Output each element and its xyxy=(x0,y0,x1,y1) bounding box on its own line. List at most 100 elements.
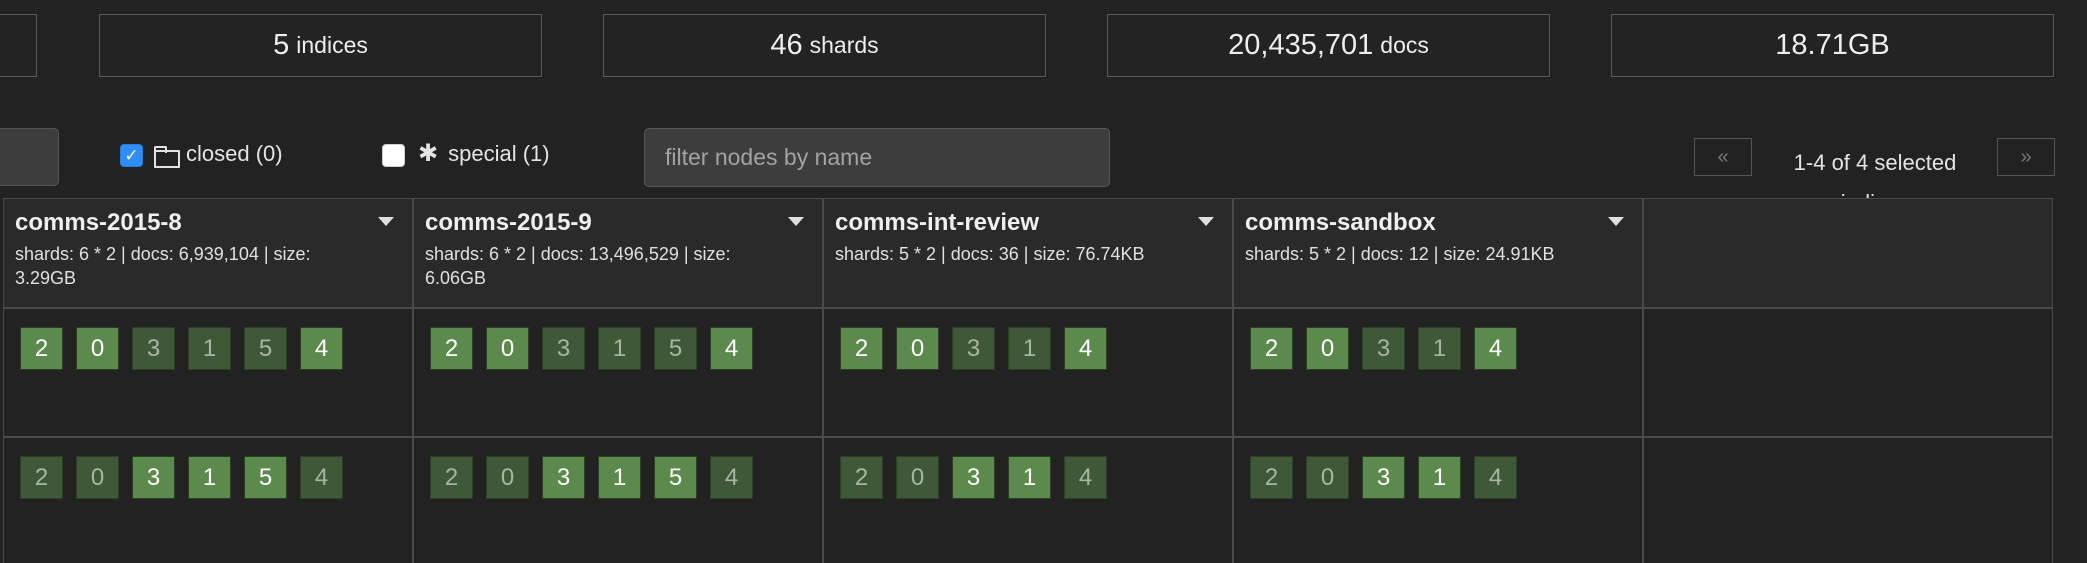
stat-indices-unit: indices xyxy=(296,32,368,58)
stat-shards-value: 46 xyxy=(770,29,803,61)
shard-list: 203154 xyxy=(20,456,343,499)
replica-shard[interactable]: 4 xyxy=(1064,456,1107,499)
caret-down-icon[interactable] xyxy=(1608,217,1624,226)
replica-shard[interactable]: 2 xyxy=(840,456,883,499)
replica-shard[interactable]: 2 xyxy=(20,456,63,499)
shard-list: 203154 xyxy=(430,456,753,499)
index-stats: shards: 5 * 2 | docs: 36 | size: 76.74KB xyxy=(835,244,1145,264)
stat-docs: 20,435,701 docs xyxy=(1107,14,1550,77)
shard-cell: 20314 xyxy=(1233,437,1643,563)
primary-shard[interactable]: 5 xyxy=(654,456,697,499)
replica-shard[interactable]: 1 xyxy=(1418,327,1461,370)
stat-shards: 46 shards xyxy=(603,14,1046,77)
caret-down-icon[interactable] xyxy=(788,217,804,226)
primary-shard[interactable]: 0 xyxy=(76,327,119,370)
primary-shard[interactable]: 0 xyxy=(896,327,939,370)
closed-label-text: closed (0) xyxy=(186,141,283,166)
closed-checkbox[interactable]: ✓ xyxy=(120,144,143,167)
shard-list: 20314 xyxy=(1250,456,1517,499)
replica-shard[interactable]: 1 xyxy=(188,327,231,370)
stat-indices: 5 indices xyxy=(99,14,542,77)
primary-shard[interactable]: 2 xyxy=(20,327,63,370)
index-header: comms-2015-8 shards: 6 * 2 | docs: 6,939… xyxy=(3,198,413,308)
prev-page-button[interactable]: « xyxy=(1694,138,1752,176)
shard-list: 20314 xyxy=(840,456,1107,499)
shard-list: 203154 xyxy=(20,327,343,370)
primary-shard[interactable]: 4 xyxy=(300,327,343,370)
primary-shard[interactable]: 2 xyxy=(430,327,473,370)
primary-shard[interactable]: 4 xyxy=(710,327,753,370)
index-name[interactable]: comms-2015-8 xyxy=(15,209,401,237)
stat-docs-unit: docs xyxy=(1380,32,1429,58)
stat-indices-value: 5 xyxy=(273,29,290,61)
replica-shard[interactable]: 0 xyxy=(486,456,529,499)
replica-shard[interactable]: 0 xyxy=(896,456,939,499)
index-name[interactable]: comms-int-review xyxy=(835,209,1221,237)
index-name[interactable]: comms-2015-9 xyxy=(425,209,811,237)
primary-shard[interactable]: 5 xyxy=(244,456,287,499)
primary-shard[interactable]: 2 xyxy=(840,327,883,370)
index-header: comms-int-review shards: 5 * 2 | docs: 3… xyxy=(823,198,1233,308)
next-page-button[interactable]: » xyxy=(1997,138,2055,176)
replica-shard[interactable]: 3 xyxy=(1362,327,1405,370)
stat-size-value: 18.71GB xyxy=(1775,29,1890,61)
special-checkbox[interactable] xyxy=(382,144,405,167)
replica-shard[interactable]: 1 xyxy=(1008,327,1051,370)
primary-shard[interactable]: 1 xyxy=(188,456,231,499)
shard-list: 20314 xyxy=(840,327,1107,370)
stat-shards-unit: shards xyxy=(809,32,879,58)
shard-list: 20314 xyxy=(1250,327,1517,370)
replica-shard[interactable]: 3 xyxy=(952,327,995,370)
primary-shard[interactable]: 2 xyxy=(1250,327,1293,370)
caret-down-icon[interactable] xyxy=(378,217,394,226)
index-name[interactable]: comms-sandbox xyxy=(1245,209,1631,237)
caret-down-icon[interactable] xyxy=(1198,217,1214,226)
shard-cell: 20314 xyxy=(823,308,1233,437)
shard-cell: 203154 xyxy=(3,308,413,437)
replica-shard[interactable]: 4 xyxy=(300,456,343,499)
stat-docs-value: 20,435,701 xyxy=(1228,29,1374,61)
primary-shard[interactable]: 4 xyxy=(1474,327,1517,370)
primary-shard[interactable]: 3 xyxy=(1362,456,1405,499)
replica-shard[interactable]: 0 xyxy=(76,456,119,499)
replica-shard[interactable]: 2 xyxy=(430,456,473,499)
node-filter-input[interactable] xyxy=(644,128,1110,187)
index-header: comms-sandbox shards: 5 * 2 | docs: 12 |… xyxy=(1233,198,1643,308)
shard-cell: 20314 xyxy=(1233,308,1643,437)
index-stats: shards: 6 * 2 | docs: 6,939,104 | size: … xyxy=(15,244,311,288)
empty-header-cell xyxy=(1643,198,2053,308)
replica-shard[interactable]: 5 xyxy=(244,327,287,370)
index-stats: shards: 6 * 2 | docs: 13,496,529 | size:… xyxy=(425,244,731,288)
closed-filter-label[interactable]: closed (0) xyxy=(154,141,283,168)
folder-icon xyxy=(154,146,180,168)
stat-size: 18.71GB xyxy=(1611,14,2054,77)
shard-cell: 203154 xyxy=(413,437,823,563)
stat-box-partial xyxy=(0,14,37,77)
special-label-text: special (1) xyxy=(448,141,550,166)
primary-shard[interactable]: 0 xyxy=(1306,327,1349,370)
primary-shard[interactable]: 3 xyxy=(132,456,175,499)
shard-cell: 203154 xyxy=(3,437,413,563)
primary-shard[interactable]: 4 xyxy=(1064,327,1107,370)
primary-shard[interactable]: 0 xyxy=(486,327,529,370)
replica-shard[interactable]: 3 xyxy=(132,327,175,370)
replica-shard[interactable]: 3 xyxy=(542,327,585,370)
partial-button[interactable] xyxy=(0,128,59,186)
primary-shard[interactable]: 3 xyxy=(542,456,585,499)
shard-cell: 20314 xyxy=(823,437,1233,563)
replica-shard[interactable]: 4 xyxy=(710,456,753,499)
replica-shard[interactable]: 1 xyxy=(598,327,641,370)
asterisk-icon: ✱ xyxy=(418,140,439,167)
replica-shard[interactable]: 4 xyxy=(1474,456,1517,499)
primary-shard[interactable]: 1 xyxy=(1008,456,1051,499)
index-stats: shards: 5 * 2 | docs: 12 | size: 24.91KB xyxy=(1245,244,1555,264)
index-header: comms-2015-9 shards: 6 * 2 | docs: 13,49… xyxy=(413,198,823,308)
replica-shard[interactable]: 0 xyxy=(1306,456,1349,499)
replica-shard[interactable]: 2 xyxy=(1250,456,1293,499)
special-filter-label[interactable]: ✱ special (1) xyxy=(418,141,550,167)
empty-shard-cell xyxy=(1643,308,2053,437)
primary-shard[interactable]: 3 xyxy=(952,456,995,499)
primary-shard[interactable]: 1 xyxy=(598,456,641,499)
primary-shard[interactable]: 1 xyxy=(1418,456,1461,499)
replica-shard[interactable]: 5 xyxy=(654,327,697,370)
